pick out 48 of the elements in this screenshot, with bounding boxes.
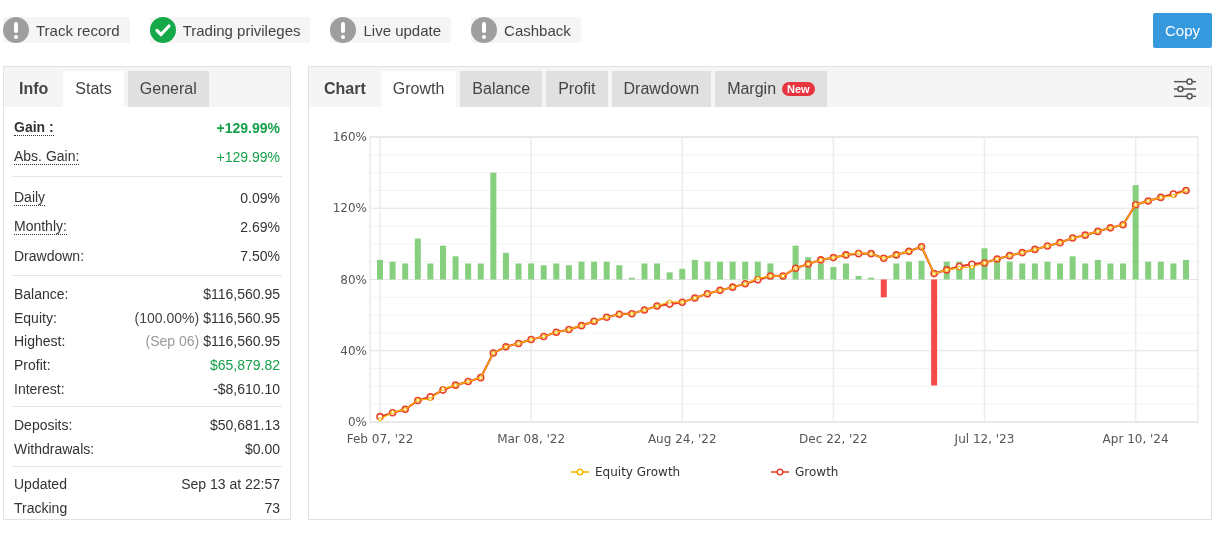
x-tick-label: Apr 10, '24	[1102, 432, 1169, 446]
y-tick-label: 80%	[340, 272, 367, 287]
stat-label: Withdrawals:	[14, 440, 95, 457]
stat-label: Daily	[14, 189, 46, 206]
x-tick-label: Mar 08, '22	[497, 432, 566, 446]
stat-label: Updated	[14, 476, 67, 493]
stat-value: +129.99%	[216, 148, 280, 165]
stat-value: 7.50%	[240, 247, 280, 264]
stat-value: $50,681.13	[209, 416, 280, 433]
y-tick-label: 160%	[332, 130, 367, 144]
badge-label: Track record	[36, 21, 120, 39]
stat-label: Profit:	[14, 357, 51, 374]
stat-label: Monthly:	[14, 218, 67, 235]
stat-value: +129.99%	[216, 119, 280, 136]
stat-value: $0.00	[244, 440, 280, 457]
stat-value: $116,560.95	[203, 333, 280, 350]
stat-label: Equity:	[14, 309, 57, 326]
new-badge: New	[782, 82, 815, 96]
stat-label: Interest:	[14, 381, 65, 398]
badge-label: Cashback	[504, 21, 571, 39]
panel-heading: Chart	[323, 79, 367, 99]
badge-label: Trading privileges	[182, 21, 301, 39]
stat-value: $116,560.95	[203, 285, 280, 302]
stat-label: Highest:	[14, 333, 66, 350]
stat-value: $65,879.82	[209, 357, 280, 374]
x-tick-label: Feb 07, '22	[346, 432, 414, 446]
panel-heading: Info	[18, 79, 50, 99]
stat-value: 2.69%	[240, 218, 280, 235]
x-tick-label: Aug 24, '22	[647, 432, 717, 446]
y-tick-label: 40%	[340, 343, 367, 358]
stat-label: Balance:	[14, 285, 69, 302]
stat-label: Tracking	[14, 500, 68, 517]
badge-label: Live update	[363, 21, 442, 39]
stat-label: Deposits:	[14, 416, 73, 433]
stat-note: (100.00%)	[134, 309, 200, 326]
stat-label: Abs. Gain:	[14, 148, 80, 165]
y-tick-label: 120%	[332, 201, 367, 216]
stat-label: Gain :	[14, 119, 54, 136]
y-tick-label: 0%	[347, 415, 367, 429]
x-tick-label: Dec 22, '22	[799, 432, 868, 446]
stat-value: 73	[264, 500, 280, 517]
stat-value: -$8,610.10	[213, 381, 280, 398]
stat-note: (Sep 06)	[145, 333, 200, 350]
x-tick-label: Jul 12, '23	[954, 432, 1015, 446]
stat-label: Drawdown:	[14, 247, 85, 264]
stat-value: 0.09%	[240, 189, 280, 206]
stat-value: $116,560.95	[203, 309, 280, 326]
stat-value: Sep 13 at 22:57	[181, 476, 280, 493]
